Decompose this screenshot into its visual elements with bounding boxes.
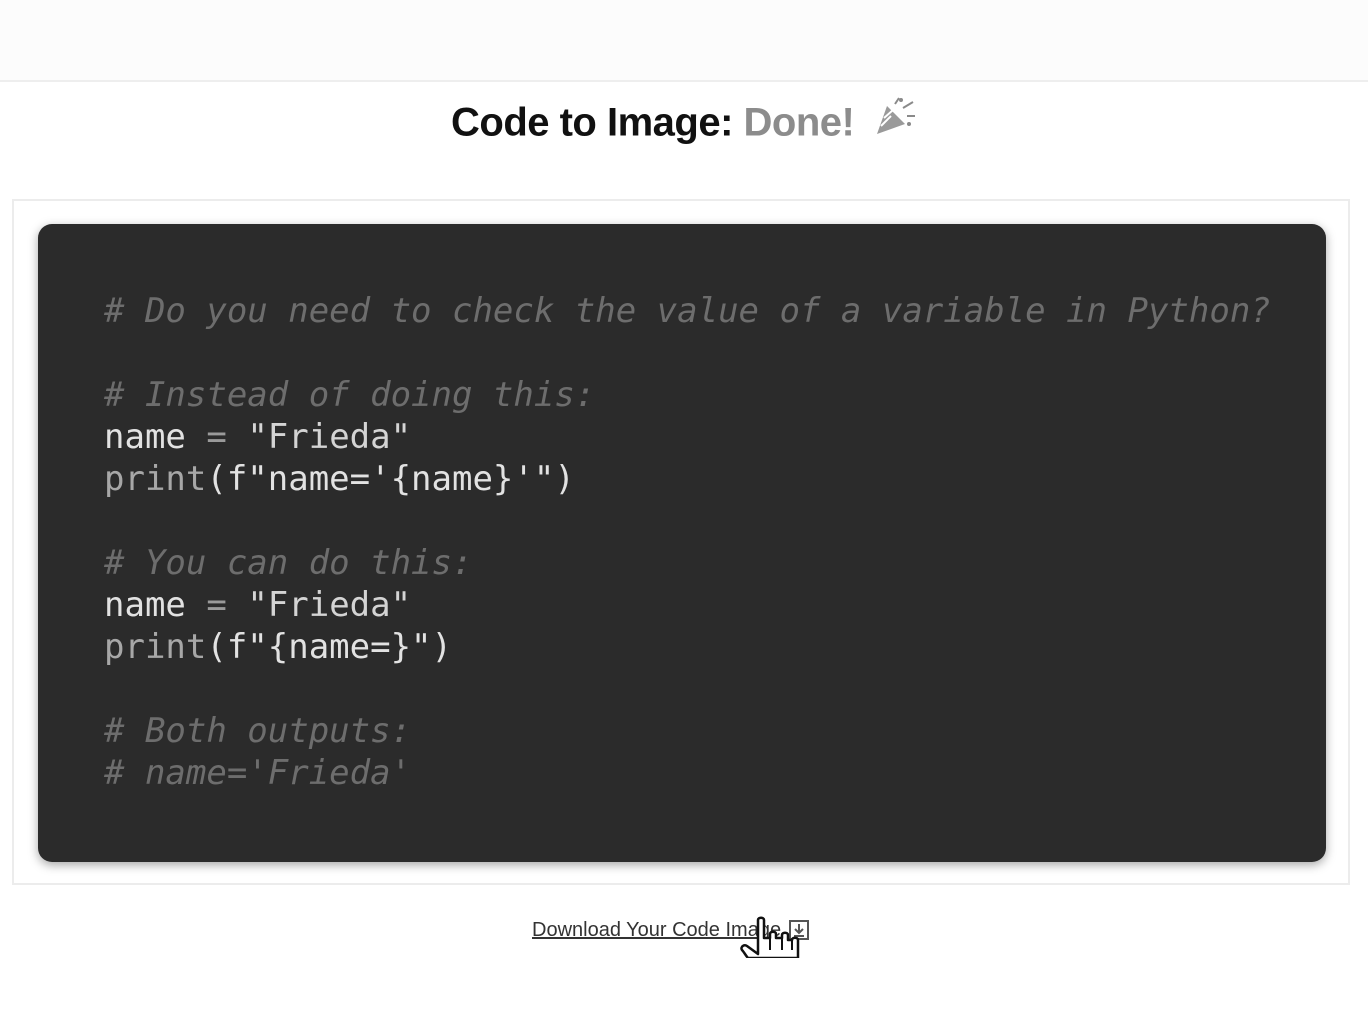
code-token: "Frieda" xyxy=(247,585,412,625)
code-token: (f"name='{name}'") xyxy=(206,459,575,499)
page-title-text: Code to Image: xyxy=(451,100,733,145)
code-token: name xyxy=(104,585,186,625)
code-comment: # Instead of doing this: xyxy=(104,375,596,415)
hand-cursor-icon xyxy=(740,916,814,958)
top-bar xyxy=(0,0,1368,82)
party-popper-icon xyxy=(873,96,917,146)
code-token: print xyxy=(104,459,207,499)
code-comment: # You can do this: xyxy=(104,543,473,583)
code-token: = xyxy=(185,417,248,457)
code-token: (f"{name=}") xyxy=(206,627,452,667)
code-token: = xyxy=(185,585,248,625)
code-token: print xyxy=(104,627,207,667)
code-comment: # name='Frieda' xyxy=(104,753,412,793)
status-text: Done! xyxy=(743,100,855,145)
code-comment: # Do you need to check the value of a va… xyxy=(104,291,1271,331)
code-token: name xyxy=(104,417,186,457)
page-title: Code to Image: Done! xyxy=(0,97,1368,150)
code-token: "Frieda" xyxy=(247,417,412,457)
code-block: # Do you need to check the value of a va… xyxy=(104,290,1271,794)
code-comment: # Both outputs: xyxy=(104,711,412,751)
